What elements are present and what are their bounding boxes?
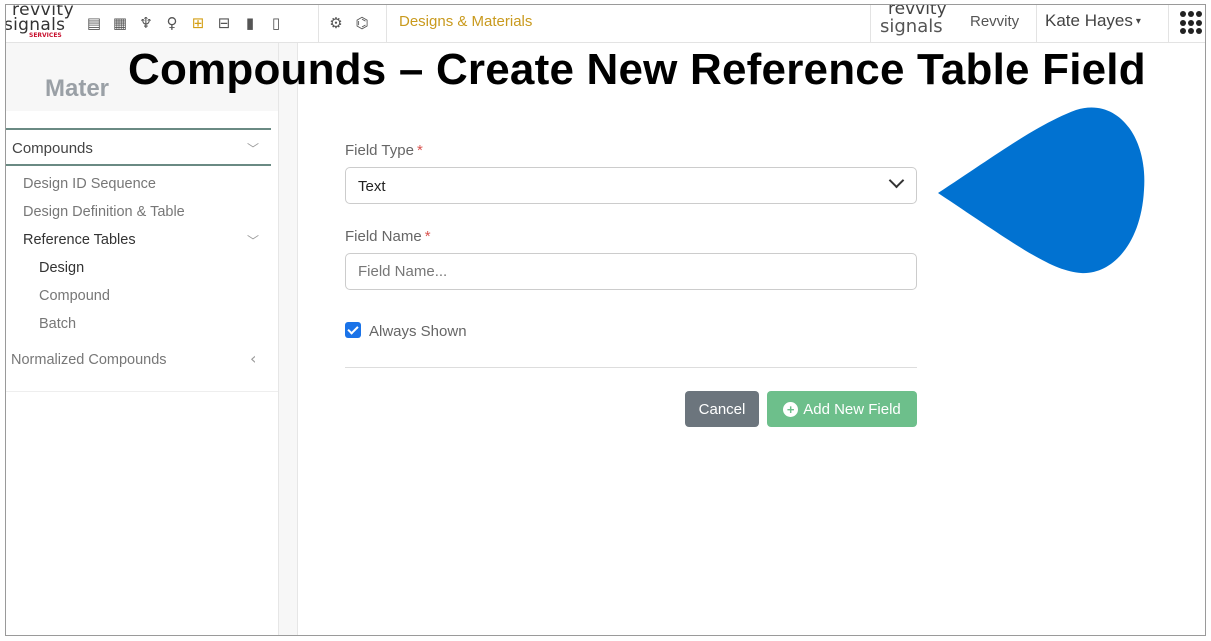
sidebar-item-normalized-compounds[interactable]: Normalized Compounds <box>11 352 167 368</box>
gear-icon[interactable]: ⚙ <box>324 12 348 34</box>
divider <box>6 391 278 392</box>
sidebar-item-batch[interactable]: Batch <box>39 316 76 332</box>
sidebar-item-reference-tables[interactable]: Reference Tables <box>23 232 136 248</box>
cancel-button[interactable]: Cancel <box>685 391 759 427</box>
divider <box>1168 5 1169 42</box>
plus-circle-icon: + <box>783 401 799 417</box>
divider <box>345 367 917 368</box>
sidebar-section-compounds[interactable]: Compounds ﹀ <box>6 128 271 166</box>
top-navbar: revvity signals SERVICES ▤ ▦ ♆ ♀ ⊞ ⊟ ▮ ▯… <box>6 5 1205 43</box>
revvity-signals-logo[interactable]: revvity signals SERVICES <box>6 5 74 42</box>
lightbulb-icon[interactable]: ♀ <box>160 12 184 34</box>
sidebar-item-design-id-sequence[interactable]: Design ID Sequence <box>23 176 156 192</box>
always-shown-checkbox[interactable] <box>345 322 361 338</box>
sidebar-title: Mater <box>45 75 110 102</box>
handshake-icon[interactable]: ♆ <box>134 12 158 34</box>
divider <box>386 5 387 42</box>
always-shown-label[interactable]: Always Shown <box>369 323 467 340</box>
revvity-link[interactable]: Revvity <box>970 13 1019 30</box>
field-type-value: Text <box>358 178 386 195</box>
add-new-field-label: Add New Field <box>803 400 901 418</box>
puzzle-icon[interactable]: ⌬ <box>350 12 374 34</box>
divider <box>318 5 319 42</box>
divider <box>870 5 871 42</box>
user-menu[interactable]: Kate Hayes ▾ <box>1045 11 1141 31</box>
app-window: revvity signals SERVICES ▤ ▦ ♆ ♀ ⊞ ⊟ ▮ ▯… <box>5 4 1206 636</box>
chevron-down-icon[interactable]: ﹀ <box>247 232 259 249</box>
field-name-label: Field Name * <box>345 228 431 245</box>
app-icon-bar: ▤ ▦ ♆ ♀ ⊞ ⊟ ▮ ▯ <box>82 11 290 35</box>
clipboard-icon[interactable]: ▮ <box>238 12 262 34</box>
revvity-signals-brand: revvity signals <box>880 4 947 37</box>
chevron-down-icon: ﹀ <box>247 142 260 156</box>
field-type-select[interactable]: Text <box>345 167 917 204</box>
toolbox-icon[interactable]: ⊟ <box>212 12 236 34</box>
callout-drop-shape <box>938 107 1145 274</box>
form-icon[interactable]: ▤ <box>82 12 106 34</box>
settings-icon-bar: ⚙ ⌬ <box>324 11 376 35</box>
sidebar-gutter <box>278 43 298 635</box>
field-name-input[interactable] <box>345 253 917 290</box>
app-title[interactable]: Designs & Materials <box>399 13 532 30</box>
chevron-down-icon <box>888 172 905 189</box>
sidebar-item-design-definition[interactable]: Design Definition & Table <box>23 204 185 220</box>
building-icon[interactable]: ▦ <box>108 12 132 34</box>
apps-grid-icon[interactable] <box>1180 11 1204 35</box>
add-new-field-button[interactable]: + Add New Field <box>767 391 917 427</box>
user-name: Kate Hayes <box>1045 11 1133 30</box>
document-icon[interactable]: ▯ <box>264 12 288 34</box>
chevron-down-icon: ▾ <box>1135 16 1141 28</box>
table-icon[interactable]: ⊞ <box>186 12 210 34</box>
divider <box>1036 5 1037 42</box>
slide-heading: Compounds – Create New Reference Table F… <box>128 45 1146 94</box>
sidebar: Mater Compounds ﹀ Design ID Sequence Des… <box>6 43 278 635</box>
field-type-label: Field Type * <box>345 142 423 159</box>
sidebar-item-compound[interactable]: Compound <box>39 288 110 304</box>
sidebar-item-design[interactable]: Design <box>39 260 84 276</box>
sidebar-section-label: Compounds <box>12 140 93 157</box>
chevron-left-icon[interactable]: ‹ <box>250 349 256 368</box>
